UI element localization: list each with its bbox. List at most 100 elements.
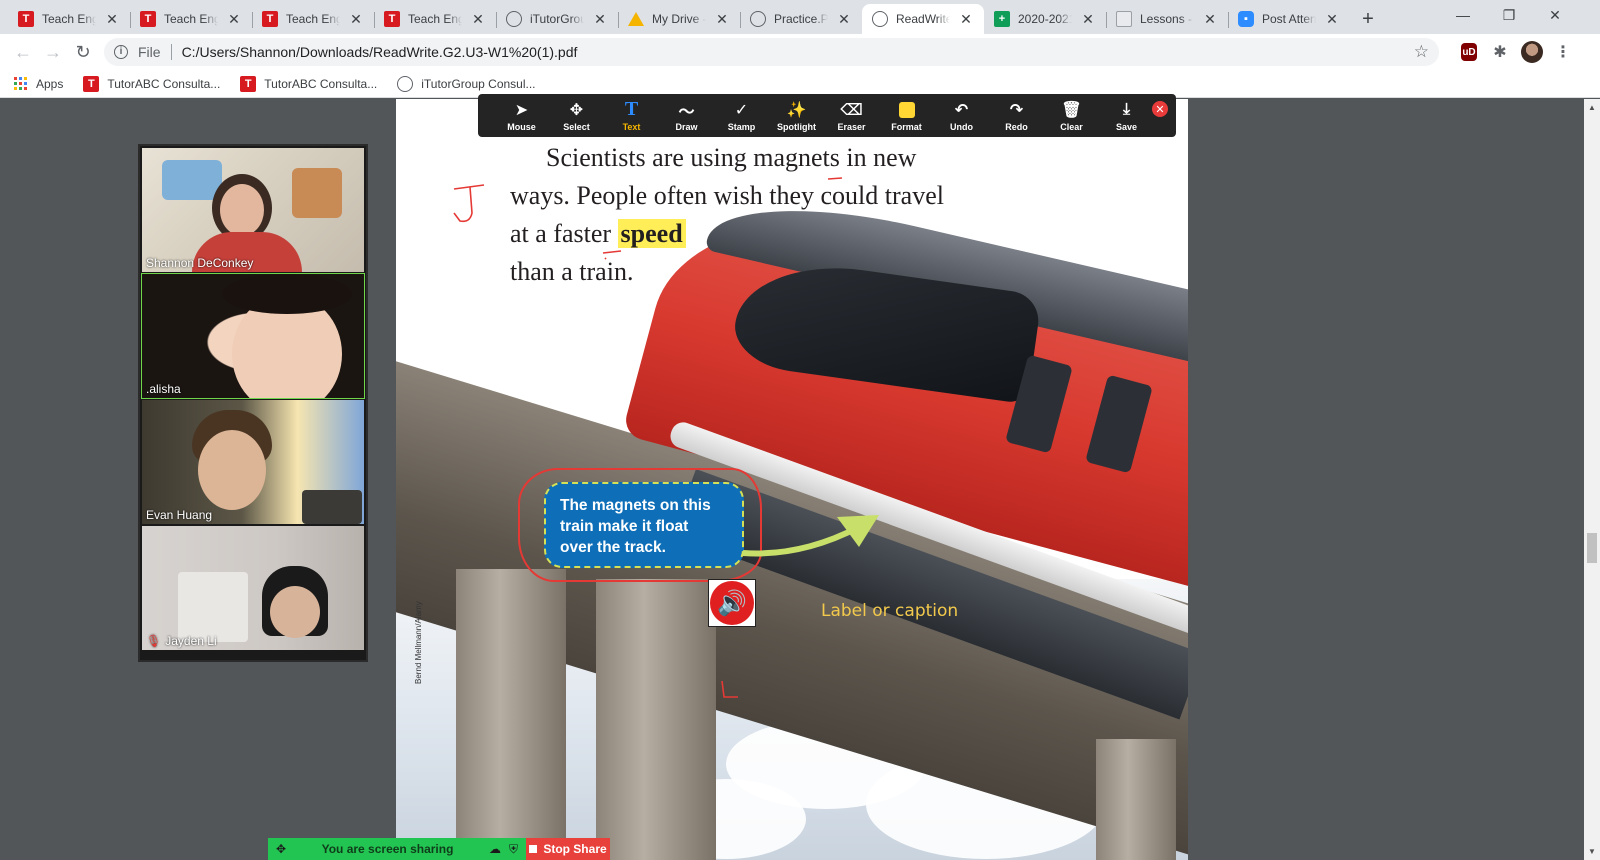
scroll-down-icon[interactable]: ▼ [1588, 847, 1596, 856]
share-status[interactable]: ✥ You are screen sharing ☁ ⛨ [268, 838, 526, 860]
tool-stamp[interactable]: ✓ Stamp [714, 100, 769, 132]
participant-video[interactable]: Evan Huang [142, 400, 364, 524]
tool-label: Stamp [727, 121, 756, 132]
tutorabc-icon: T [262, 11, 278, 27]
ublock-extension-icon[interactable]: uD [1461, 43, 1477, 61]
close-icon[interactable]: ✕ [958, 11, 974, 28]
toolbar-close-icon[interactable]: ✕ [1152, 101, 1168, 117]
text-tool-icon: T [624, 98, 639, 120]
bookmark-apps[interactable]: Apps [14, 76, 63, 91]
browser-tab[interactable]: T Teach English ✕ [252, 4, 374, 34]
drag-handle-icon[interactable]: ✥ [276, 842, 286, 856]
callout-line: train make it float [560, 518, 689, 535]
audio-speaker-button[interactable]: 🔊 [708, 579, 756, 627]
passage-line: ways. People often wish they could trave… [510, 181, 944, 210]
tutorabc-icon: T [140, 11, 156, 27]
browser-tab[interactable]: T Teach English ✕ [130, 4, 252, 34]
more-menu-icon[interactable]: ⋮ [1555, 42, 1571, 62]
passage-line: at a faster speed [510, 215, 1070, 253]
browser-tab[interactable]: T Teach English ✕ [8, 4, 130, 34]
participant-video[interactable]: Shannon DeConkey [142, 148, 364, 272]
pen-annotation-j [453, 184, 485, 223]
stamp-check-icon: ✓ [734, 101, 749, 119]
apps-grid-icon [14, 76, 28, 91]
browser-tab[interactable]: iTutorGroup ✕ [496, 4, 618, 34]
close-icon[interactable]: ✕ [226, 11, 242, 28]
tool-format[interactable]: Format [879, 100, 934, 132]
scrollbar-thumb[interactable] [1587, 533, 1597, 563]
profile-avatar[interactable] [1521, 41, 1543, 63]
tool-eraser[interactable]: ⌫ Eraser [824, 100, 879, 132]
tool-redo[interactable]: ↷ Redo [989, 100, 1044, 132]
annotation-toolbar: ➤ Mouse ✥ Select T Text 〜 Draw ✓ Stamp ✨ Spotl… [478, 94, 1176, 137]
bookmark-item[interactable]: T TutorABC Consulta... [240, 75, 377, 92]
tool-undo[interactable]: ↶ Undo [934, 100, 989, 132]
tool-spotlight[interactable]: ✨ Spotlight [769, 100, 824, 132]
bookmark-item[interactable]: iTutorGroup Consul... [397, 75, 536, 92]
tool-text[interactable]: T Text [604, 98, 659, 132]
restore-icon[interactable]: ❐ [1486, 0, 1532, 30]
url-text[interactable]: C:/Users/Shannon/Downloads/ReadWrite.G2.… [182, 44, 1414, 60]
browser-tab[interactable]: My Drive - ✕ [618, 4, 740, 34]
globe-icon [397, 75, 414, 92]
tool-draw[interactable]: 〜 Draw [659, 100, 714, 132]
close-icon[interactable]: ✕ [1324, 11, 1340, 28]
tool-label: Spotlight [777, 121, 816, 132]
close-icon[interactable]: ✕ [470, 11, 486, 28]
browser-tab-strip: T Teach English ✕ T Teach English ✕ T Te… [0, 0, 1600, 34]
tool-clear[interactable]: 🗑 Clear [1044, 100, 1099, 132]
bookmark-item[interactable]: T TutorABC Consulta... [83, 75, 220, 92]
tool-mouse[interactable]: ➤ Mouse [494, 100, 549, 132]
close-icon[interactable]: ✕ [714, 11, 730, 28]
browser-tab[interactable]: Lessons - u ✕ [1106, 4, 1228, 34]
close-icon[interactable]: ✕ [104, 11, 120, 28]
photo-credit: Bernd Mellmann/Alamy [414, 601, 423, 684]
tutorabc-icon: T [240, 75, 257, 92]
support-pillar [456, 569, 566, 860]
forward-button[interactable]: → [38, 37, 68, 67]
browser-tab[interactable]: T Teach English ✕ [374, 4, 496, 34]
tab-title: Teach English [42, 12, 96, 26]
save-download-icon: ⤓ [1122, 100, 1131, 118]
caption-text[interactable]: Label or caption [821, 601, 958, 621]
tool-label: Redo [1005, 121, 1028, 132]
close-icon[interactable]: ✕ [836, 11, 852, 28]
scroll-up-icon[interactable]: ▲ [1588, 103, 1596, 112]
minimize-icon[interactable]: — [1440, 0, 1486, 30]
tutorabc-icon: T [384, 11, 400, 27]
close-icon[interactable]: ✕ [1080, 11, 1096, 28]
participant-video-panel: Shannon DeConkey .alisha Evan Huang 🎙 Jay… [138, 144, 368, 662]
reload-button[interactable]: ↻ [68, 37, 98, 67]
support-pillar [1096, 739, 1176, 860]
participant-video[interactable]: 🎙 Jayden Li [142, 526, 364, 650]
stop-share-label: Stop Share [543, 842, 607, 856]
browser-tab[interactable]: + 2020-2021 ✕ [984, 4, 1106, 34]
tool-save[interactable]: ⤓ Save [1099, 100, 1154, 132]
tab-title: ReadWrite [896, 12, 950, 26]
new-tab-button[interactable]: + [1354, 4, 1382, 34]
undo-icon: ↶ [954, 101, 969, 119]
info-icon[interactable]: i [114, 45, 128, 59]
passage-line: than a train. [510, 257, 634, 286]
extensions-puzzle-icon[interactable]: ✱ [1489, 41, 1511, 63]
close-icon[interactable]: ✕ [1202, 11, 1218, 28]
close-icon[interactable]: ✕ [348, 11, 364, 28]
callout-line: The magnets on this [560, 497, 711, 514]
window-close-icon[interactable]: ✕ [1532, 0, 1578, 30]
browser-tab[interactable]: ▪ Post Attend ✕ [1228, 4, 1350, 34]
participant-video-active-speaker[interactable]: .alisha [141, 273, 365, 399]
tutorabc-icon: T [18, 11, 34, 27]
close-icon[interactable]: ✕ [592, 11, 608, 28]
bookmark-star-icon[interactable]: ☆ [1414, 42, 1429, 62]
browser-tab[interactable]: Practice.Ph ✕ [740, 4, 862, 34]
vertical-scrollbar[interactable]: ▲ ▼ [1584, 99, 1600, 860]
tool-select[interactable]: ✥ Select [549, 100, 604, 132]
address-bar[interactable]: i File C:/Users/Shannon/Downloads/ReadWr… [104, 38, 1439, 66]
stop-share-button[interactable]: Stop Share [526, 838, 610, 860]
document-icon [1116, 11, 1132, 27]
browser-tab-active[interactable]: ReadWrite ✕ [862, 4, 984, 34]
google-sheets-icon: + [994, 11, 1010, 27]
callout-bubble: The magnets on this train make it float … [544, 482, 744, 568]
back-button[interactable]: ← [8, 37, 38, 67]
tool-label: Draw [675, 121, 698, 132]
